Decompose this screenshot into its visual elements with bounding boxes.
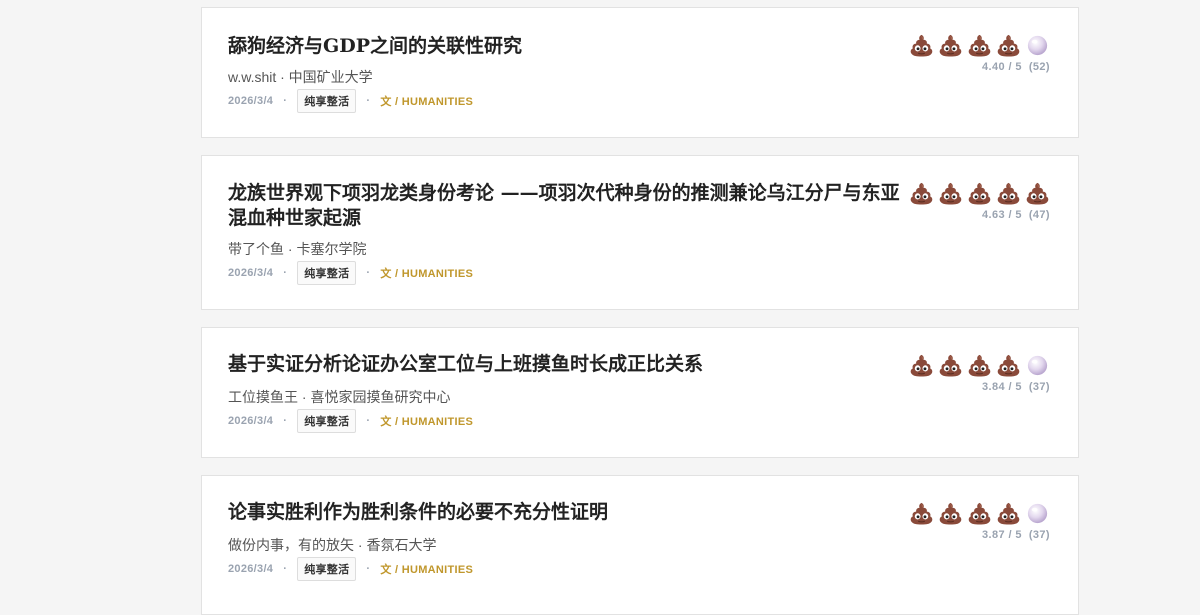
pearl-icon <box>1025 501 1050 526</box>
paper-category[interactable]: 文 / HUMANITIES <box>380 265 473 281</box>
rating-icons <box>909 32 1050 58</box>
paper-tag[interactable]: 纯享整活 <box>297 557 357 581</box>
paper-category[interactable]: 文 / HUMANITIES <box>380 93 473 109</box>
paper-date: 2026/3/4 <box>228 95 274 107</box>
paper-meta: 2026/3/4 · 纯享整活 · 文 / HUMANITIES <box>228 409 473 433</box>
pearl-icon <box>1025 33 1050 58</box>
paper-meta: 2026/3/4 · 纯享整活 · 文 / HUMANITIES <box>228 261 473 285</box>
poop-icon <box>938 501 963 526</box>
paper-date: 2026/3/4 <box>228 415 274 427</box>
poop-icon <box>938 353 963 378</box>
paper-rating: 3.84 / 5 (37) <box>909 352 1050 393</box>
paper-author: 带了个鱼 · 卡塞尔学院 <box>228 241 367 257</box>
poop-icon <box>1025 181 1050 206</box>
poop-icon <box>909 353 934 378</box>
poop-icon <box>967 181 992 206</box>
paper-tag[interactable]: 纯享整活 <box>297 409 357 433</box>
poop-icon <box>996 353 1021 378</box>
paper-tag[interactable]: 纯享整活 <box>297 89 357 113</box>
separator: · <box>366 95 371 107</box>
paper-card[interactable]: 舔狗经济与GDP之间的关联性研究 w.w.shit · 中国矿业大学 2026/… <box>201 7 1079 138</box>
separator: · <box>283 267 288 279</box>
paper-rating: 4.63 / 5 (47) <box>909 180 1050 221</box>
poop-icon <box>967 501 992 526</box>
poop-icon <box>909 501 934 526</box>
rating-icons <box>909 500 1050 526</box>
rating-score: 4.63 / 5 (47) <box>982 209 1050 221</box>
poop-icon <box>938 33 963 58</box>
paper-title[interactable]: 论事实胜利作为胜利条件的必要不充分性证明 <box>228 500 908 525</box>
pearl-icon <box>1025 353 1050 378</box>
rating-score: 4.40 / 5 (52) <box>982 61 1050 73</box>
separator: · <box>366 267 371 279</box>
paper-meta: 2026/3/4 · 纯享整活 · 文 / HUMANITIES <box>228 557 473 581</box>
paper-author: 工位摸鱼王 · 喜悦家园摸鱼研究中心 <box>228 389 451 405</box>
paper-tag[interactable]: 纯享整活 <box>297 261 357 285</box>
poop-icon <box>996 501 1021 526</box>
separator: · <box>283 415 288 427</box>
paper-author: 做份内事，有的放矢 · 香氛石大学 <box>228 537 437 553</box>
paper-rating: 3.87 / 5 (37) <box>909 500 1050 541</box>
paper-card[interactable]: 论事实胜利作为胜利条件的必要不充分性证明 做份内事，有的放矢 · 香氛石大学 2… <box>201 475 1079 615</box>
separator: · <box>366 415 371 427</box>
poop-icon <box>967 33 992 58</box>
paper-date: 2026/3/4 <box>228 563 274 575</box>
separator: · <box>283 95 288 107</box>
separator: · <box>366 563 371 575</box>
paper-category[interactable]: 文 / HUMANITIES <box>380 561 473 577</box>
paper-title[interactable]: 舔狗经济与GDP之间的关联性研究 <box>228 34 908 59</box>
paper-meta: 2026/3/4 · 纯享整活 · 文 / HUMANITIES <box>228 89 473 113</box>
rating-score: 3.84 / 5 (37) <box>982 381 1050 393</box>
paper-card[interactable]: 龙族世界观下项羽龙类身份考论 ——项羽次代种身份的推测兼论乌江分尸与东亚混血种世… <box>201 155 1079 310</box>
poop-icon <box>996 181 1021 206</box>
paper-rating: 4.40 / 5 (52) <box>909 32 1050 73</box>
paper-title[interactable]: 龙族世界观下项羽龙类身份考论 ——项羽次代种身份的推测兼论乌江分尸与东亚混血种世… <box>228 181 908 231</box>
paper-date: 2026/3/4 <box>228 267 274 279</box>
poop-icon <box>909 181 934 206</box>
poop-icon <box>996 33 1021 58</box>
paper-title[interactable]: 基于实证分析论证办公室工位与上班摸鱼时长成正比关系 <box>228 352 908 377</box>
rating-icons <box>909 180 1050 206</box>
rating-icons <box>909 352 1050 378</box>
rating-score: 3.87 / 5 (37) <box>982 529 1050 541</box>
poop-icon <box>938 181 963 206</box>
paper-card[interactable]: 基于实证分析论证办公室工位与上班摸鱼时长成正比关系 工位摸鱼王 · 喜悦家园摸鱼… <box>201 327 1079 458</box>
paper-author: w.w.shit · 中国矿业大学 <box>228 69 373 85</box>
paper-category[interactable]: 文 / HUMANITIES <box>380 413 473 429</box>
poop-icon <box>967 353 992 378</box>
poop-icon <box>909 33 934 58</box>
separator: · <box>283 563 288 575</box>
